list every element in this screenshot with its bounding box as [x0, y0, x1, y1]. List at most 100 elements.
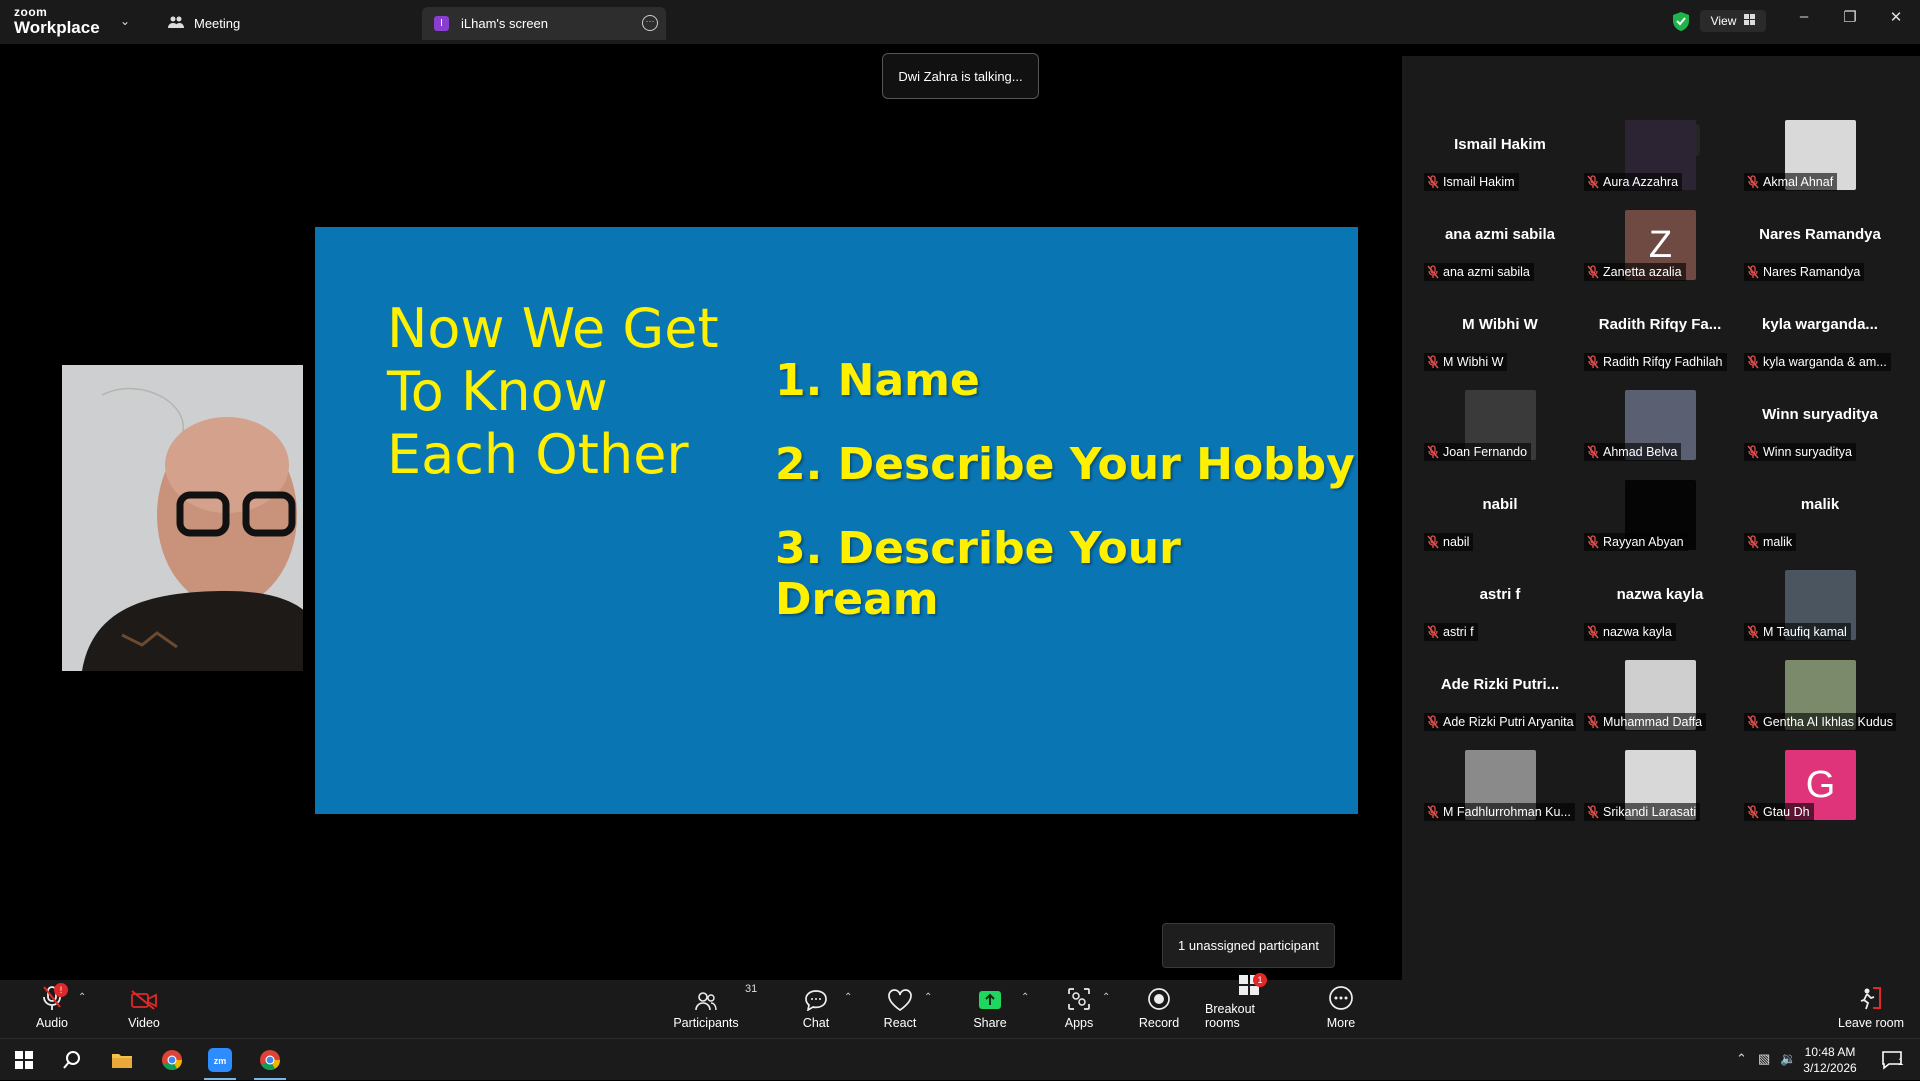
chat-options-caret[interactable]: ⌃	[844, 992, 852, 1003]
participant-display-name: M Wibhi W	[1462, 316, 1538, 333]
microphone-muted-icon	[1426, 175, 1440, 189]
participant-tile[interactable]: Akmal Ahnaf	[1744, 110, 1896, 191]
participant-tile[interactable]: G Gtau Dh	[1744, 740, 1896, 821]
participant-tile[interactable]: Winn suryaditya Winn suryaditya	[1744, 380, 1896, 461]
windows-taskbar: zm ⌃ ▧ 🔉 10:48 AM 3/12/2026 1	[0, 1038, 1920, 1080]
unassigned-participant-toast[interactable]: 1 unassigned participant	[1162, 923, 1335, 968]
participant-display-name: nazwa kayla	[1616, 586, 1704, 603]
file-explorer-icon[interactable]	[98, 1039, 146, 1081]
record-button[interactable]: Record	[1139, 980, 1179, 1038]
participant-tile[interactable]: M Fadhlurrohman Ku...	[1424, 740, 1576, 821]
close-icon[interactable]: ✕	[1876, 8, 1916, 26]
participant-name: astri f	[1443, 625, 1474, 639]
participant-display-name: nabil	[1482, 496, 1518, 513]
participant-tile[interactable]: M Taufiq kamal	[1744, 560, 1896, 641]
zoom-taskbar-icon[interactable]: zm	[196, 1039, 244, 1081]
microphone-muted-icon	[1746, 355, 1760, 369]
participant-tile[interactable]: kyla warganda... kyla warganda & am...	[1744, 290, 1896, 371]
participant-tile[interactable]: Srikandi Larasati	[1584, 740, 1736, 821]
tray-overflow-icon[interactable]: ⌃	[1736, 1051, 1747, 1067]
breakout-rooms-button[interactable]: 1 Breakout rooms	[1205, 973, 1293, 1038]
view-button[interactable]: View	[1700, 10, 1766, 32]
leave-icon	[1858, 983, 1884, 1011]
participant-name-label: Srikandi Larasati	[1584, 803, 1701, 821]
participants-count: 31	[745, 983, 758, 995]
shared-slide[interactable]: Now We Get To Know Each Other 1. Name 2.…	[315, 227, 1358, 814]
tab-meeting[interactable]: Meeting	[168, 7, 240, 40]
chevron-down-icon[interactable]: ⌄	[120, 14, 130, 28]
leave-room-button[interactable]: Leave room	[1838, 980, 1904, 1038]
participant-name: nabil	[1443, 535, 1470, 549]
heart-icon	[887, 983, 913, 1011]
participant-name-label: Ade Rizki Putri Aryanita	[1424, 713, 1576, 731]
record-icon	[1147, 983, 1171, 1011]
chrome-window-icon[interactable]	[246, 1039, 294, 1081]
participant-tile[interactable]: nabil nabil	[1424, 470, 1576, 551]
participant-tile[interactable]: M Wibhi W M Wibhi W	[1424, 290, 1576, 371]
participant-tile[interactable]: astri f astri f	[1424, 560, 1576, 641]
apps-button[interactable]: Apps	[1064, 980, 1094, 1038]
share-options-caret[interactable]: ⌃	[1021, 992, 1029, 1003]
security-shield-icon[interactable]	[1668, 10, 1694, 32]
participant-tile[interactable]: ana azmi sabila ana azmi sabila	[1424, 200, 1576, 281]
participant-name-label: Joan Fernando	[1424, 443, 1532, 461]
more-button[interactable]: More	[1324, 980, 1358, 1038]
apps-options-caret[interactable]: ⌃	[1102, 992, 1110, 1003]
system-clock[interactable]: 10:48 AM 3/12/2026	[1800, 1044, 1860, 1076]
video-button[interactable]: Video	[124, 980, 164, 1038]
leave-room-label: Leave room	[1838, 1016, 1905, 1030]
participant-tile[interactable]: Z Zanetta azalia	[1584, 200, 1736, 281]
title-bar: zoom Workplace ⌄ Meeting I iLham's scree…	[0, 0, 1920, 44]
participant-tile[interactable]: Ahmad Belva	[1584, 380, 1736, 461]
participant-name: nazwa kayla	[1603, 625, 1672, 639]
participant-tile[interactable]: Ismail Hakim Ismail Hakim	[1424, 110, 1576, 191]
chat-button[interactable]: Chat	[799, 980, 833, 1038]
participant-tile[interactable]: Joan Fernando	[1424, 380, 1576, 461]
participant-name: M Wibhi W	[1443, 355, 1504, 369]
participant-tile[interactable]: Nares Ramandya Nares Ramandya	[1744, 200, 1896, 281]
presenter-video[interactable]	[62, 365, 303, 671]
meeting-icon	[168, 15, 184, 32]
user-initial-badge: I	[434, 16, 449, 31]
chrome-icon[interactable]	[148, 1039, 196, 1081]
participant-tile[interactable]: Gentha Al Ikhlas Kudus	[1744, 650, 1896, 731]
chat-icon	[804, 983, 828, 1011]
participant-name-label: M Wibhi W	[1424, 353, 1508, 371]
tab-shared-screen[interactable]: I iLham's screen ···	[422, 7, 666, 40]
audio-options-caret[interactable]: ⌃	[78, 992, 86, 1003]
share-button[interactable]: Share	[972, 980, 1008, 1038]
notification-center-icon[interactable]: 1	[1868, 1039, 1916, 1081]
participant-tile[interactable]: nazwa kayla nazwa kayla	[1584, 560, 1736, 641]
presenter-video-image	[62, 365, 303, 671]
microphone-muted-icon	[1746, 715, 1760, 729]
windows-start-icon[interactable]	[0, 1039, 48, 1081]
more-options-icon[interactable]: ···	[642, 15, 658, 31]
brand-line1: zoom	[14, 5, 48, 19]
microphone-muted-icon	[1426, 805, 1440, 819]
participant-name-label: M Taufiq kamal	[1744, 623, 1851, 641]
search-icon[interactable]	[48, 1039, 96, 1081]
participant-display-name: Ade Rizki Putri...	[1440, 676, 1560, 693]
participant-name-label: Ismail Hakim	[1424, 173, 1519, 191]
audio-button[interactable]: ! Audio	[30, 980, 74, 1038]
volume-icon[interactable]: 🔉	[1780, 1051, 1796, 1067]
react-options-caret[interactable]: ⌃	[924, 992, 932, 1003]
participants-button[interactable]: 31 Participants	[672, 980, 757, 1038]
participant-tile[interactable]: Aura Azzahra	[1584, 110, 1736, 191]
participant-tile[interactable]: Ade Rizki Putri... Ade Rizki Putri Aryani…	[1424, 650, 1576, 731]
participant-name: Aura Azzahra	[1603, 175, 1679, 189]
participant-tile[interactable]: Radith Rifqy Fa... Radith Rifqy Fadhilah	[1584, 290, 1736, 371]
minimize-icon[interactable]: –	[1784, 8, 1824, 25]
participant-display-name: ana azmi sabila	[1444, 226, 1556, 243]
participant-tile[interactable]: Muhammad Daffa	[1584, 650, 1736, 731]
participant-display-name: Winn suryaditya	[1762, 406, 1878, 423]
zoom-workplace-logo[interactable]: zoom Workplace	[14, 6, 100, 36]
restore-icon[interactable]: ❐	[1830, 8, 1870, 26]
participant-tile[interactable]: Rayyan Abyan	[1584, 470, 1736, 551]
participant-tile[interactable]: malik malik	[1744, 470, 1896, 551]
react-button[interactable]: React	[880, 980, 920, 1038]
microphone-muted-icon	[1586, 445, 1600, 459]
breakout-rooms-icon: 1	[1237, 973, 1267, 997]
network-icon[interactable]: ▧	[1758, 1051, 1770, 1067]
video-off-icon	[130, 983, 158, 1011]
